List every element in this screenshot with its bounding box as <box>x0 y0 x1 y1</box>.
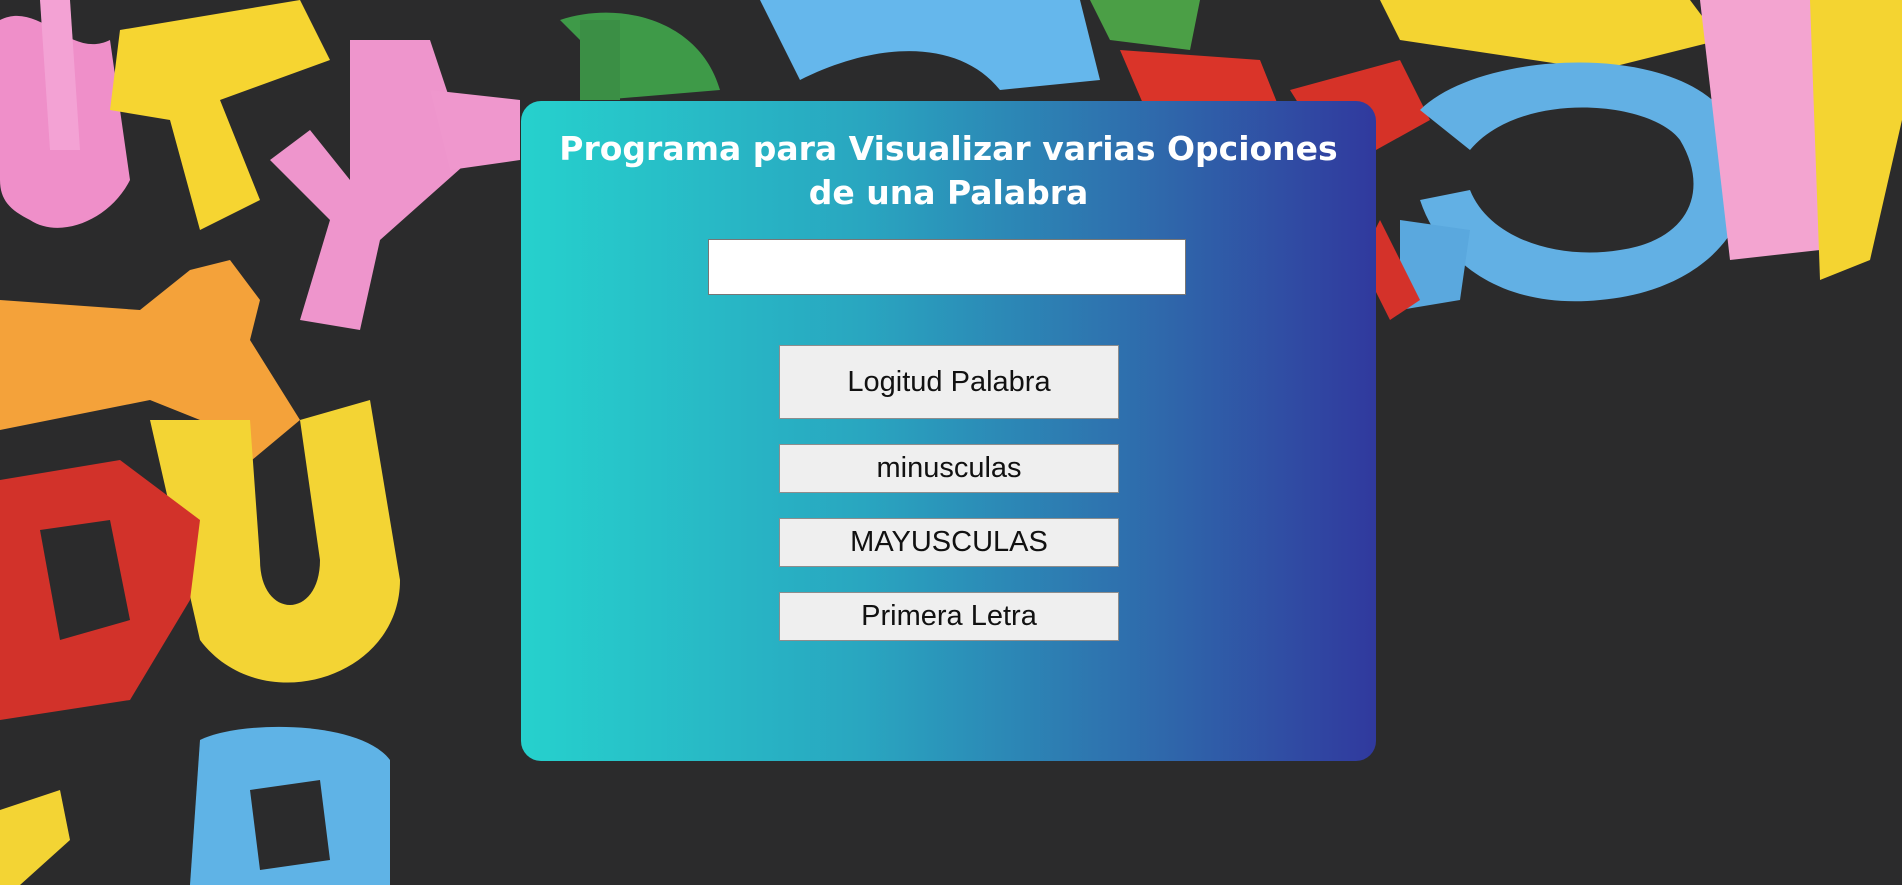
uppercase-button[interactable]: MAYUSCULAS <box>779 518 1119 567</box>
page-title: Programa para Visualizar varias Opciones… <box>559 129 1338 212</box>
first-letter-button[interactable]: Primera Letra <box>779 592 1119 641</box>
main-card: Programa para Visualizar varias Opciones… <box>521 101 1376 761</box>
word-length-button[interactable]: Logitud Palabra <box>779 345 1119 419</box>
word-input[interactable] <box>708 239 1186 295</box>
lowercase-button[interactable]: minusculas <box>779 444 1119 493</box>
